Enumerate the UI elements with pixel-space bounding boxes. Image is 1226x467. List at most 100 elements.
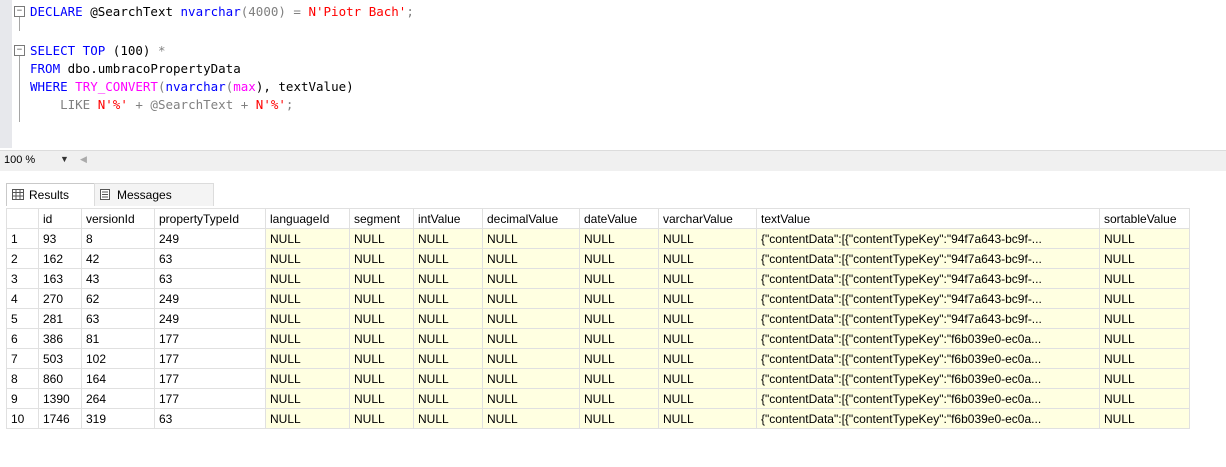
row-number-cell[interactable]: 6	[6, 328, 39, 349]
table-cell[interactable]: 1390	[38, 388, 82, 409]
table-cell[interactable]: NULL	[579, 348, 659, 369]
table-cell[interactable]: NULL	[349, 368, 414, 389]
table-cell[interactable]: NULL	[482, 408, 580, 429]
table-cell[interactable]: {"contentData":[{"contentTypeKey":"f6b03…	[756, 388, 1100, 409]
table-cell[interactable]: NULL	[579, 288, 659, 309]
table-cell[interactable]: NULL	[579, 388, 659, 409]
table-cell[interactable]: NULL	[482, 308, 580, 329]
table-cell[interactable]: {"contentData":[{"contentTypeKey":"f6b03…	[756, 368, 1100, 389]
table-cell[interactable]: NULL	[1099, 388, 1190, 409]
table-cell[interactable]: 270	[38, 288, 82, 309]
table-cell[interactable]: NULL	[658, 308, 757, 329]
table-row[interactable]: 6 386 81 177 NULL NULL NULL NULL NULL NULL {"conte…	[6, 328, 1190, 349]
collapse-icon[interactable]: −	[14, 45, 25, 56]
collapse-icon[interactable]: −	[14, 6, 25, 17]
table-row[interactable]: 2 162 42 63 NULL NULL NULL NULL NULL NULL {"conten…	[6, 248, 1190, 269]
table-cell[interactable]: NULL	[579, 368, 659, 389]
table-cell[interactable]: {"contentData":[{"contentTypeKey":"94f7a…	[756, 308, 1100, 329]
table-cell[interactable]: NULL	[349, 248, 414, 269]
table-cell[interactable]: 63	[154, 268, 266, 289]
table-cell[interactable]: 860	[38, 368, 82, 389]
table-cell[interactable]: NULL	[413, 368, 483, 389]
table-cell[interactable]: 63	[154, 248, 266, 269]
table-cell[interactable]: 177	[154, 368, 266, 389]
row-number-cell[interactable]: 1	[6, 228, 39, 249]
table-cell[interactable]: NULL	[658, 268, 757, 289]
id-header[interactable]: id	[38, 208, 82, 229]
table-cell[interactable]: 81	[81, 328, 155, 349]
table-cell[interactable]: NULL	[1099, 348, 1190, 369]
table-cell[interactable]: NULL	[265, 228, 350, 249]
language-id-header[interactable]: languageId	[265, 208, 350, 229]
segment-header[interactable]: segment	[349, 208, 414, 229]
table-cell[interactable]: NULL	[1099, 368, 1190, 389]
table-cell[interactable]: 63	[81, 308, 155, 329]
query-editor[interactable]: − DECLARE @SearchText nvarchar(4000) = N…	[0, 0, 1226, 148]
table-row[interactable]: 1 93 8 249 NULL NULL NULL NULL NULL NULL {"content…	[6, 228, 1190, 249]
table-cell[interactable]: NULL	[1099, 248, 1190, 269]
table-cell[interactable]: NULL	[579, 408, 659, 429]
row-number-cell[interactable]: 10	[6, 408, 39, 429]
table-cell[interactable]: {"contentData":[{"contentTypeKey":"f6b03…	[756, 328, 1100, 349]
table-cell[interactable]: NULL	[413, 228, 483, 249]
table-cell[interactable]: NULL	[658, 328, 757, 349]
table-cell[interactable]: 62	[81, 288, 155, 309]
int-value-header[interactable]: intValue	[413, 208, 483, 229]
table-cell[interactable]: 281	[38, 308, 82, 329]
table-cell[interactable]: NULL	[413, 328, 483, 349]
table-cell[interactable]: NULL	[579, 268, 659, 289]
table-cell[interactable]: NULL	[1099, 408, 1190, 429]
table-cell[interactable]: NULL	[658, 368, 757, 389]
results-grid[interactable]: id versionId propertyTypeId languageId segme…	[6, 208, 1190, 429]
table-cell[interactable]: NULL	[265, 368, 350, 389]
table-cell[interactable]: NULL	[658, 248, 757, 269]
table-cell[interactable]: {"contentData":[{"contentTypeKey":"94f7a…	[756, 228, 1100, 249]
row-number-cell[interactable]: 4	[6, 288, 39, 309]
table-cell[interactable]: NULL	[413, 308, 483, 329]
chevron-down-icon[interactable]: ▼	[60, 154, 69, 164]
table-cell[interactable]: NULL	[265, 248, 350, 269]
version-id-header[interactable]: versionId	[81, 208, 155, 229]
table-cell[interactable]: 177	[154, 328, 266, 349]
table-cell[interactable]: NULL	[349, 348, 414, 369]
table-cell[interactable]: 177	[154, 348, 266, 369]
row-number-cell[interactable]: 5	[6, 308, 39, 329]
table-cell[interactable]: NULL	[349, 288, 414, 309]
table-cell[interactable]: 63	[154, 408, 266, 429]
table-row[interactable]: 8 860 164 177 NULL NULL NULL NULL NULL NULL {"cont…	[6, 368, 1190, 389]
table-cell[interactable]: 43	[81, 268, 155, 289]
table-row[interactable]: 3 163 43 63 NULL NULL NULL NULL NULL NULL {"conten…	[6, 268, 1190, 289]
table-cell[interactable]: NULL	[349, 308, 414, 329]
table-cell[interactable]: NULL	[265, 388, 350, 409]
table-row[interactable]: 4 270 62 249 NULL NULL NULL NULL NULL NULL {"conte…	[6, 288, 1190, 309]
table-cell[interactable]: NULL	[1099, 288, 1190, 309]
table-cell[interactable]: NULL	[1099, 228, 1190, 249]
table-cell[interactable]: NULL	[265, 268, 350, 289]
table-cell[interactable]: NULL	[413, 268, 483, 289]
table-cell[interactable]: 163	[38, 268, 82, 289]
table-cell[interactable]: NULL	[482, 248, 580, 269]
table-cell[interactable]: NULL	[658, 228, 757, 249]
table-cell[interactable]: 386	[38, 328, 82, 349]
table-cell[interactable]: NULL	[1099, 268, 1190, 289]
table-cell[interactable]: NULL	[265, 328, 350, 349]
table-row[interactable]: 9 1390 264 177 NULL NULL NULL NULL NULL NULL {"con…	[6, 388, 1190, 409]
zoom-level[interactable]: 100 %	[4, 154, 35, 166]
table-cell[interactable]: 8	[81, 228, 155, 249]
table-cell[interactable]: NULL	[482, 288, 580, 309]
table-cell[interactable]: 162	[38, 248, 82, 269]
table-row[interactable]: 7 503 102 177 NULL NULL NULL NULL NULL NULL {"cont…	[6, 348, 1190, 369]
table-cell[interactable]: NULL	[265, 348, 350, 369]
table-cell[interactable]: NULL	[413, 388, 483, 409]
table-cell[interactable]: 319	[81, 408, 155, 429]
table-cell[interactable]: 249	[154, 308, 266, 329]
table-cell[interactable]: 503	[38, 348, 82, 369]
table-cell[interactable]: NULL	[482, 388, 580, 409]
table-cell[interactable]: NULL	[1099, 328, 1190, 349]
table-cell[interactable]: NULL	[413, 408, 483, 429]
row-number-cell[interactable]: 7	[6, 348, 39, 369]
table-cell[interactable]: NULL	[658, 388, 757, 409]
table-cell[interactable]: NULL	[482, 328, 580, 349]
table-cell[interactable]: {"contentData":[{"contentTypeKey":"94f7a…	[756, 288, 1100, 309]
table-cell[interactable]: 177	[154, 388, 266, 409]
